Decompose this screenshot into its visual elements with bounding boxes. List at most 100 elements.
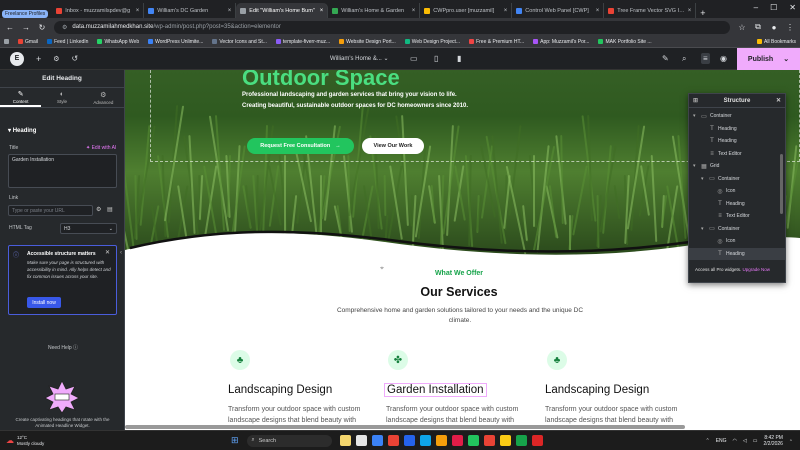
structure-item[interactable]: ◎ Icon [689,235,785,248]
bookmark-item[interactable]: Vector Icons and St... [212,39,267,45]
minimize-icon[interactable]: – [754,3,758,12]
install-now-button[interactable]: Install now [27,297,61,308]
site-info-icon[interactable]: ⚙ [62,24,67,31]
close-icon[interactable]: ✕ [105,249,110,256]
close-icon[interactable]: ✕ [776,97,781,104]
elementor-logo-icon[interactable]: E [10,51,24,66]
apps-icon[interactable] [4,39,9,44]
weather-widget[interactable]: ☁ 12°C Mostly cloudy [6,435,101,447]
bookmark-item[interactable]: WhatsApp Web [97,39,139,45]
browser-tab[interactable]: Tree Frame Vector SVG Icon × [604,3,697,18]
url-field[interactable]: ⚙ data.muzzamilahmedkhan.site /wp-admin/… [54,20,730,34]
bookmark-item[interactable]: Free & Premium HT... [469,39,524,45]
forward-icon[interactable]: → [22,23,30,32]
browser-tab[interactable]: CWPpro.user [muzzamil] × [420,3,513,18]
browser-tab[interactable]: Edit "William's Home Bum" × [236,3,329,18]
wifi-icon[interactable]: ◠ [733,438,737,444]
title-textarea[interactable]: Garden Installation [8,154,117,188]
taskbar-app-icon[interactable] [451,435,463,446]
profile-avatar-icon[interactable]: ● [770,23,778,32]
tree-caret-icon[interactable]: ▾ [693,113,700,119]
menu-icon[interactable]: ⋮ [786,23,794,32]
taskbar-app-icon[interactable] [467,435,479,446]
notes-icon[interactable]: ✎ [662,54,669,63]
structure-item[interactable]: ◎ Icon [689,185,785,198]
structure-icon[interactable]: ≡ [701,53,710,64]
language-indicator[interactable]: ENG [716,438,727,444]
taskbar-app-icon[interactable] [387,435,399,446]
horizontal-scrollbar[interactable] [125,425,685,429]
need-help-link[interactable]: Need Help ⓘ [48,344,78,351]
hero-subtitle[interactable]: Professional landscaping and garden serv… [242,90,472,112]
collapse-panel-icon[interactable]: ‹ [120,250,122,256]
structure-item[interactable]: ▾ ▦ Grid [689,160,785,173]
section-title[interactable]: Our Services [125,285,793,299]
request-consultation-button[interactable]: Request Free Consultation → [247,138,354,154]
taskbar-app-icon[interactable] [403,435,415,446]
clock[interactable]: 8:42 PM 2/2/2026 [764,435,783,447]
reload-icon[interactable]: ↻ [38,23,46,32]
star-icon[interactable]: ☆ [738,23,746,32]
bookmark-item[interactable]: template-fiverr-muz... [275,39,330,45]
all-bookmarks[interactable]: All Bookmarks [757,39,796,45]
tab-advanced[interactable]: ⚙ Advanced [83,88,124,107]
service-description[interactable]: Transform your outdoor space with custom… [386,404,546,426]
battery-icon[interactable]: ▭ [753,438,758,444]
notification-icon[interactable]: ◔ [789,438,792,444]
upgrade-now-link[interactable]: Upgrade Now [743,267,771,272]
section-heading-toggle[interactable]: ▾ Heading [8,127,36,134]
structure-item[interactable]: T Heading [689,247,785,260]
volume-icon[interactable]: ◁ [743,438,747,444]
taskbar-app-icon[interactable] [483,435,495,446]
tree-caret-icon[interactable]: ▾ [701,226,708,232]
browser-tab[interactable]: William's Home & Garden × [328,3,421,18]
link-settings-icon[interactable]: ⚙ [96,206,101,213]
tree-caret-icon[interactable]: ▾ [701,176,708,182]
service-title[interactable]: Garden Installation [384,383,487,397]
close-tab-icon[interactable]: × [412,8,416,14]
close-window-icon[interactable]: ✕ [789,3,796,12]
bookmark-item[interactable]: App: Muzzamil's Por... [533,39,589,45]
service-title[interactable]: Landscaping Design [228,384,332,396]
desktop-view-icon[interactable]: ▭ [410,54,418,63]
add-element-icon[interactable]: + [36,54,41,64]
mobile-view-icon[interactable]: ▮ [457,54,461,63]
structure-item[interactable]: ≡ Text Editor [689,210,785,223]
close-tab-icon[interactable]: × [596,8,600,14]
close-tab-icon[interactable]: × [228,8,232,14]
service-title[interactable]: Landscaping Design [545,384,649,396]
structure-item[interactable]: ▾ ▭ Container [689,173,785,186]
back-icon[interactable]: ← [6,23,14,32]
edit-with-ai-button[interactable]: ✦ Edit with AI [86,145,116,151]
html-tag-select[interactable]: H3 ⌄ [60,223,117,234]
bookmark-item[interactable]: Web Design Project... [404,39,460,45]
search-icon[interactable]: ⌕ [682,54,686,64]
structure-item[interactable]: T Heading [689,123,785,136]
bookmark-item[interactable]: MAK Portfolio Site ... [598,39,652,45]
section-description[interactable]: Comprehensive home and garden solutions … [335,306,585,326]
bookmark-item[interactable]: Gmail [18,39,38,45]
taskbar-app-icon[interactable] [339,435,351,446]
structure-scrollbar[interactable] [780,154,783,214]
taskbar-app-icon[interactable] [531,435,543,446]
close-tab-icon[interactable]: × [320,8,324,14]
dynamic-tags-icon[interactable]: ▤ [107,206,113,213]
structure-item[interactable]: T Heading [689,198,785,211]
tray-chevron-icon[interactable]: ⌃ [705,438,709,444]
tab-style[interactable]: ◐ Style [41,88,82,107]
taskbar-app-icon[interactable] [435,435,447,446]
publish-button[interactable]: Publish ⌄ [737,48,800,70]
service-description[interactable]: Transform your outdoor space with custom… [228,404,388,426]
taskbar-app-icon[interactable] [419,435,431,446]
chevron-down-icon[interactable]: ⌄ [783,55,789,63]
history-icon[interactable]: ↺ [72,54,79,63]
page-selector[interactable]: William's Home &... ⌄ [330,55,389,62]
close-tab-icon[interactable]: × [504,8,508,14]
hero-title[interactable]: Outdoor Space [242,70,400,91]
maximize-icon[interactable]: ☐ [770,3,777,12]
close-tab-icon[interactable]: × [688,8,692,14]
new-tab-icon[interactable]: + [700,8,705,18]
structure-item[interactable]: ▾ ▭ Container [689,110,785,123]
tab-content[interactable]: ✎ Content [0,88,42,107]
preview-icon[interactable]: ◉ [720,54,727,63]
